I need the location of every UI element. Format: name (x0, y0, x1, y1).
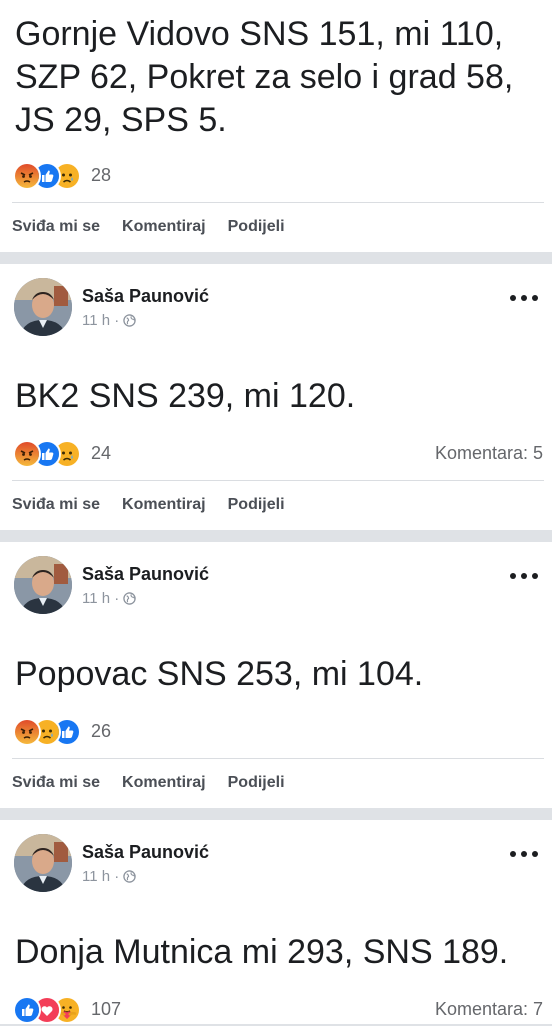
globe-icon (123, 870, 136, 883)
angry-reaction-icon (13, 162, 41, 190)
post-1: Saša Paunović 11 h · BK2 SNS 239, mi 120… (0, 264, 552, 530)
reaction-count: 26 (91, 721, 112, 741)
avatar[interactable] (14, 278, 72, 336)
author-name[interactable]: Saša Paunović (82, 842, 209, 863)
post-text: BK2 SNS 239, mi 120. (15, 377, 356, 415)
post-meta: 11 h · (82, 590, 136, 607)
avatar[interactable] (14, 556, 72, 614)
author-name[interactable]: Saša Paunović (82, 286, 209, 307)
post-time: 11 h · (82, 868, 120, 885)
post-header: Saša Paunović 11 h · (14, 834, 538, 894)
more-options-icon[interactable] (510, 566, 538, 586)
post-text: Popovac SNS 253, mi 104. (15, 655, 424, 693)
comments-count[interactable]: Komentara: 7 (435, 999, 543, 1020)
reactions-bar[interactable]: 107 Komentara: 7 (13, 996, 543, 1026)
post-actions: Sviđa mi se Komentiraj Podijeli (12, 774, 285, 804)
like-button[interactable]: Sviđa mi se (12, 496, 100, 526)
like-reaction-icon (13, 996, 41, 1024)
reactions-bar[interactable]: 24 Komentara: 5 (13, 440, 543, 470)
reactions-bar[interactable]: 26 (13, 718, 543, 748)
reaction-count: 107 (91, 999, 122, 1019)
post-header: Saša Paunović 11 h · (14, 556, 538, 616)
divider (12, 480, 544, 481)
post-0: Gornje Vidovo SNS 151, mi 110, SZP 62, P… (0, 0, 552, 252)
comments-count[interactable]: Komentara: 5 (435, 443, 543, 464)
comment-button[interactable]: Komentiraj (122, 496, 206, 526)
avatar[interactable] (14, 834, 72, 892)
author-name[interactable]: Saša Paunović (82, 564, 209, 585)
post-text: Gornje Vidovo SNS 151, mi 110, SZP 62, P… (15, 15, 514, 139)
reaction-count: 24 (91, 443, 112, 463)
share-button[interactable]: Podijeli (228, 496, 285, 526)
angry-reaction-icon (13, 718, 41, 746)
post-3: Saša Paunović 11 h · Donja Mutnica mi 29… (0, 820, 552, 1024)
more-options-icon[interactable] (510, 844, 538, 864)
angry-reaction-icon (13, 440, 41, 468)
like-button[interactable]: Sviđa mi se (12, 218, 100, 248)
divider (12, 758, 544, 759)
post-header: Saša Paunović 11 h · (14, 278, 538, 338)
comment-button[interactable]: Komentiraj (122, 218, 206, 248)
reactions-bar[interactable]: 28 (13, 162, 543, 192)
globe-icon (123, 314, 136, 327)
divider (12, 202, 544, 203)
post-2: Saša Paunović 11 h · Popovac SNS 253, mi… (0, 542, 552, 808)
post-meta: 11 h · (82, 312, 136, 329)
share-button[interactable]: Podijeli (228, 774, 285, 804)
comment-button[interactable]: Komentiraj (122, 774, 206, 804)
post-actions: Sviđa mi se Komentiraj Podijeli (12, 496, 285, 526)
post-time: 11 h · (82, 312, 120, 329)
post-time: 11 h · (82, 590, 120, 607)
like-button[interactable]: Sviđa mi se (12, 774, 100, 804)
share-button[interactable]: Podijeli (228, 218, 285, 248)
more-options-icon[interactable] (510, 288, 538, 308)
reaction-count: 28 (91, 165, 112, 185)
post-meta: 11 h · (82, 868, 136, 885)
post-actions: Sviđa mi se Komentiraj Podijeli (12, 218, 285, 248)
globe-icon (123, 592, 136, 605)
post-text: Donja Mutnica mi 293, SNS 189. (15, 933, 509, 971)
